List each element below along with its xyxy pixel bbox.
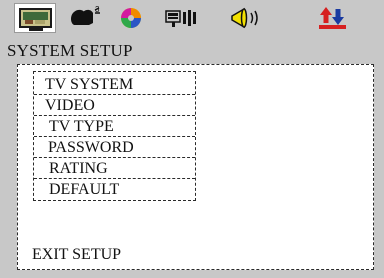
setup-menu: TV SYSTEM VIDEO TV TYPE PASSWORD RATING … bbox=[33, 71, 196, 201]
menu-item-label: TV SYSTEM bbox=[45, 76, 134, 93]
menu-item-label: VIDEO bbox=[45, 97, 95, 114]
tab-preferences[interactable] bbox=[312, 3, 354, 33]
exit-setup-button[interactable]: EXIT SETUP bbox=[32, 246, 121, 264]
menu-item-label: PASSWORD bbox=[48, 139, 134, 156]
menu-item-label: TV TYPE bbox=[49, 118, 114, 135]
tab-language[interactable]: 3 bbox=[62, 3, 104, 33]
menu-item-video[interactable]: VIDEO bbox=[34, 95, 195, 116]
menu-item-label: RATING bbox=[49, 160, 108, 177]
menu-item-default[interactable]: DEFAULT bbox=[34, 179, 195, 200]
menu-item-label: DEFAULT bbox=[49, 181, 120, 198]
menu-item-tv-system[interactable]: TV SYSTEM bbox=[34, 74, 195, 95]
svg-text:3: 3 bbox=[95, 5, 100, 14]
tab-speaker[interactable] bbox=[160, 3, 202, 33]
tab-tv[interactable] bbox=[14, 3, 56, 33]
menu-item-rating[interactable]: RATING bbox=[34, 158, 195, 179]
menu-item-password[interactable]: PASSWORD bbox=[34, 137, 195, 158]
menu-item-tv-type[interactable]: TV TYPE bbox=[34, 116, 195, 137]
tab-audio[interactable] bbox=[110, 3, 152, 33]
top-toolbar: 3 bbox=[0, 0, 384, 36]
page-title: SYSTEM SETUP bbox=[7, 41, 133, 60]
tab-sound[interactable] bbox=[224, 3, 266, 33]
